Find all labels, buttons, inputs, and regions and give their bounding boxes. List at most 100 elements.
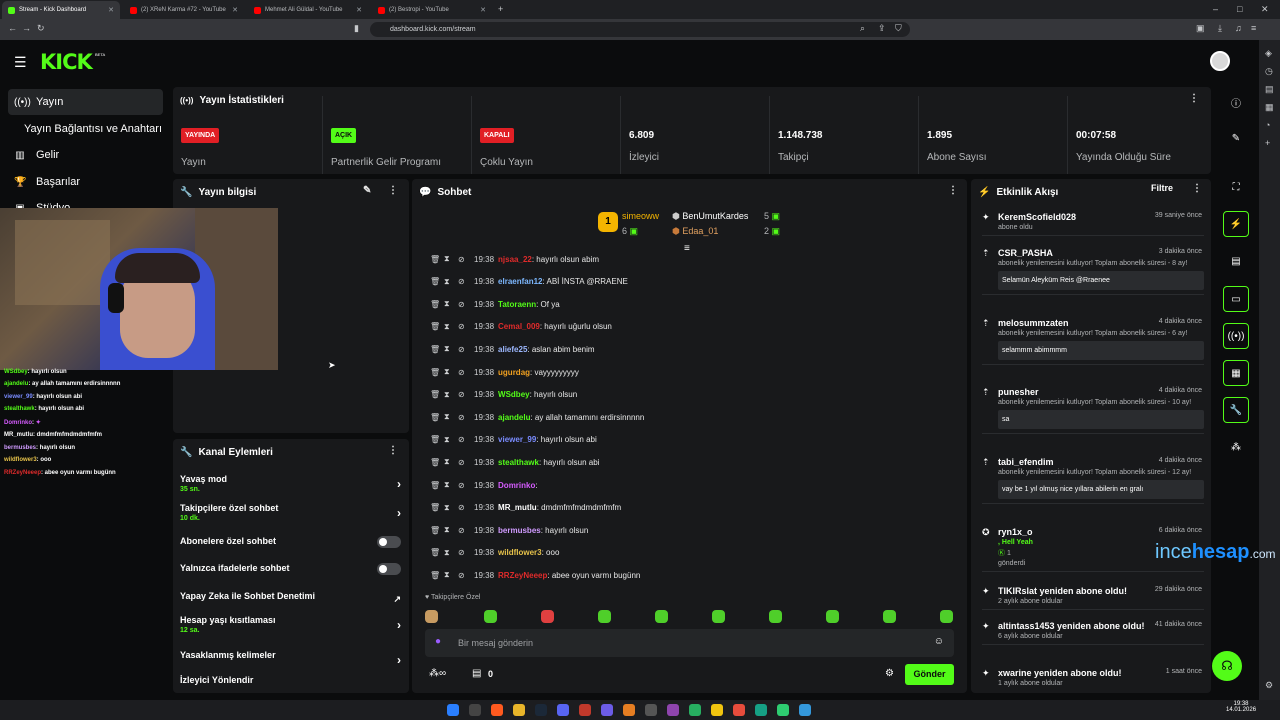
activity-item[interactable]: ⇡ tabi_efendim abonelik yenilemesini kutlu…	[982, 457, 1204, 504]
emote-icon[interactable]	[940, 610, 953, 623]
chat-message[interactable]: 🗑 ⧗ ⊘ 19:38 stealthawk: hayırlı olsun abi	[430, 455, 599, 469]
tab-kick-dashboard[interactable]: Stream - Kick Dashboard ✕	[2, 1, 120, 19]
lightning-icon[interactable]: ⚡	[1223, 211, 1249, 237]
back-icon[interactable]: ←	[8, 23, 17, 33]
delete-icon[interactable]: 🗑	[430, 481, 444, 490]
leader-entry[interactable]: ⬢ BenUmutKardes	[672, 211, 748, 222]
account-age-setting[interactable]: Hesap yaşı kısıtlaması 12 sa. ›	[180, 615, 405, 634]
delete-icon[interactable]: 🗑	[430, 413, 444, 422]
delete-icon[interactable]: 🗑	[430, 390, 444, 399]
microphone-icon[interactable]: ●	[435, 636, 441, 647]
delete-icon[interactable]: 🗑	[430, 548, 444, 557]
app-icon[interactable]	[733, 704, 745, 716]
info-icon[interactable]: ⓘ	[1223, 89, 1249, 115]
emoji-icon[interactable]: ☺	[934, 636, 944, 647]
kick-logo[interactable]: KICK	[40, 50, 93, 74]
tab-youtube-3[interactable]: (2) Bestropi - YouTube ✕	[372, 1, 492, 19]
chat-message[interactable]: 🗑 ⧗ ⊘ 19:38 ajandelu: ay allah tamamını erdi…	[430, 410, 644, 424]
slow-mode-setting[interactable]: Yavaş mod 35 sn. ›	[180, 474, 405, 493]
leader-name[interactable]: simeoww	[622, 211, 659, 221]
folder-icon[interactable]	[513, 704, 525, 716]
emote-only-toggle[interactable]	[377, 563, 401, 575]
bookmark-side-icon[interactable]: ◈	[1265, 48, 1272, 59]
chevron-right-icon[interactable]: ›	[397, 506, 401, 520]
emote-icon[interactable]	[769, 610, 782, 623]
delete-icon[interactable]: 🗑	[430, 277, 444, 286]
window-close-icon[interactable]: ✕	[1261, 4, 1269, 15]
timeout-icon[interactable]: ⧗	[444, 548, 458, 558]
ban-icon[interactable]: ⊘	[458, 390, 472, 399]
document-icon[interactable]: ▤	[1223, 248, 1249, 274]
message-username[interactable]: MR_mutlu	[498, 503, 537, 512]
app-icon[interactable]	[689, 704, 701, 716]
chat-message[interactable]: 🗑 ⧗ ⊘ 19:38 MR_mutlu: dmdmfmfmdmdmfmfm	[430, 501, 621, 515]
message-username[interactable]: stealthawk	[498, 458, 539, 467]
banned-words-setting[interactable]: Yasaklanmış kelimeler ›	[180, 650, 405, 667]
delete-icon[interactable]: 🗑	[430, 345, 444, 354]
ban-icon[interactable]: ⊘	[458, 548, 472, 557]
discord-icon[interactable]	[557, 704, 569, 716]
download-icon[interactable]: ⤓	[1218, 23, 1222, 34]
ai-moderation-setting[interactable]: Yapay Zeka ile Sohbet Denetimi ↗	[180, 591, 405, 604]
menu-icon[interactable]: ≡	[1251, 23, 1256, 33]
timeout-icon[interactable]: ⧗	[444, 480, 458, 490]
chat-message[interactable]: 🗑 ⧗ ⊘ 19:38 wildflower3: ooo	[430, 546, 559, 560]
ban-icon[interactable]: ⊘	[458, 503, 472, 512]
ban-icon[interactable]: ⊘	[458, 481, 472, 490]
message-username[interactable]: ugurdag	[498, 368, 530, 377]
zoom-icon[interactable]: ⌕	[860, 23, 865, 34]
chat-message[interactable]: 🗑 ⧗ ⊘ 19:38 viewer_99: hayırlı olsun abi	[430, 433, 597, 447]
emote-icon[interactable]	[883, 610, 896, 623]
app-icon[interactable]	[667, 704, 679, 716]
chat-message[interactable]: 🗑 ⧗ ⊘ 19:38 RRZeyNeeep: abee oyun varmı bugü…	[430, 568, 640, 582]
ban-icon[interactable]: ⊘	[458, 458, 472, 467]
activity-item[interactable]: ⇡ CSR_PASHA abonelik yenilemesini kutluyor…	[982, 248, 1204, 295]
apps-icon[interactable]: ⁂	[1223, 434, 1249, 460]
message-username[interactable]: Cemal_009	[498, 322, 540, 331]
edit-icon[interactable]: ✎	[363, 185, 371, 196]
app-icon[interactable]	[579, 704, 591, 716]
close-icon[interactable]: ✕	[356, 6, 362, 14]
url-bar[interactable]: dashboard.kick.com/stream	[370, 22, 910, 37]
message-username[interactable]: wildflower3	[498, 548, 542, 557]
emote-only-setting[interactable]: Yalnızca ifadelerle sohbet	[180, 563, 405, 575]
hamburger-menu-icon[interactable]: ☰	[14, 54, 27, 71]
chat-settings-icon[interactable]: ⚙	[885, 668, 894, 679]
ban-icon[interactable]: ⊘	[458, 255, 472, 264]
brave-icon[interactable]	[491, 704, 503, 716]
nav-stream[interactable]: ((•)) Yayın	[8, 89, 163, 115]
chat-message[interactable]: 🗑 ⧗ ⊘ 19:38 aliefe25: aslan abim benim	[430, 342, 595, 356]
chat-message[interactable]: 🗑 ⧗ ⊘ 19:38 Domrinko:	[430, 478, 538, 492]
ban-icon[interactable]: ⊘	[458, 435, 472, 444]
chat-message[interactable]: 🗑 ⧗ ⊘ 19:38 njsaa_22: hayırlı olsun abim	[430, 252, 599, 266]
timeout-icon[interactable]: ⧗	[444, 435, 458, 445]
ban-icon[interactable]: ⊘	[458, 368, 472, 377]
delete-icon[interactable]: 🗑	[430, 503, 444, 512]
steam-icon[interactable]	[535, 704, 547, 716]
edit-icon[interactable]: ✎	[1223, 125, 1249, 151]
tab-youtube-1[interactable]: (2) XReN Karma #72 - YouTube ✕	[124, 1, 244, 19]
message-username[interactable]: WSdbey	[498, 390, 530, 399]
wrench-icon[interactable]: 🔧	[1223, 397, 1249, 423]
emote-icon[interactable]	[484, 610, 497, 623]
emote-icon[interactable]	[826, 610, 839, 623]
activity-item[interactable]: ⇡ melosummzaten abonelik yenilemesini kutl…	[982, 318, 1204, 365]
more-icon[interactable]: ⋮	[388, 185, 398, 196]
chat-message[interactable]: 🗑 ⧗ ⊘ 19:38 WSdbey: hayırlı olsun	[430, 388, 577, 402]
filter-button[interactable]: Filtre	[1151, 183, 1173, 193]
chat-message[interactable]: 🗑 ⧗ ⊘ 19:38 elraenfan12: ABİ İNSTA @RRAENE	[430, 275, 628, 289]
tab-youtube-2[interactable]: Mehmet Ali Güldal - YouTube ✕	[248, 1, 368, 19]
ban-icon[interactable]: ⊘	[458, 345, 472, 354]
delete-icon[interactable]: 🗑	[430, 571, 444, 580]
timeout-icon[interactable]: ⧗	[444, 525, 458, 535]
subscribers-only-setting[interactable]: Abonelere özel sohbet	[180, 536, 405, 548]
shield-icon[interactable]: ⛉	[895, 23, 902, 34]
chat-input[interactable]: ● Bir mesaj gönderin ☺	[425, 629, 954, 657]
delete-icon[interactable]: 🗑	[430, 255, 444, 264]
app-icon[interactable]	[799, 704, 811, 716]
history-icon[interactable]: ◷	[1265, 66, 1273, 77]
xbox-icon[interactable]	[777, 704, 789, 716]
app-icon[interactable]	[645, 704, 657, 716]
timeout-icon[interactable]: ⧗	[444, 412, 458, 422]
avatar[interactable]	[1210, 51, 1230, 71]
